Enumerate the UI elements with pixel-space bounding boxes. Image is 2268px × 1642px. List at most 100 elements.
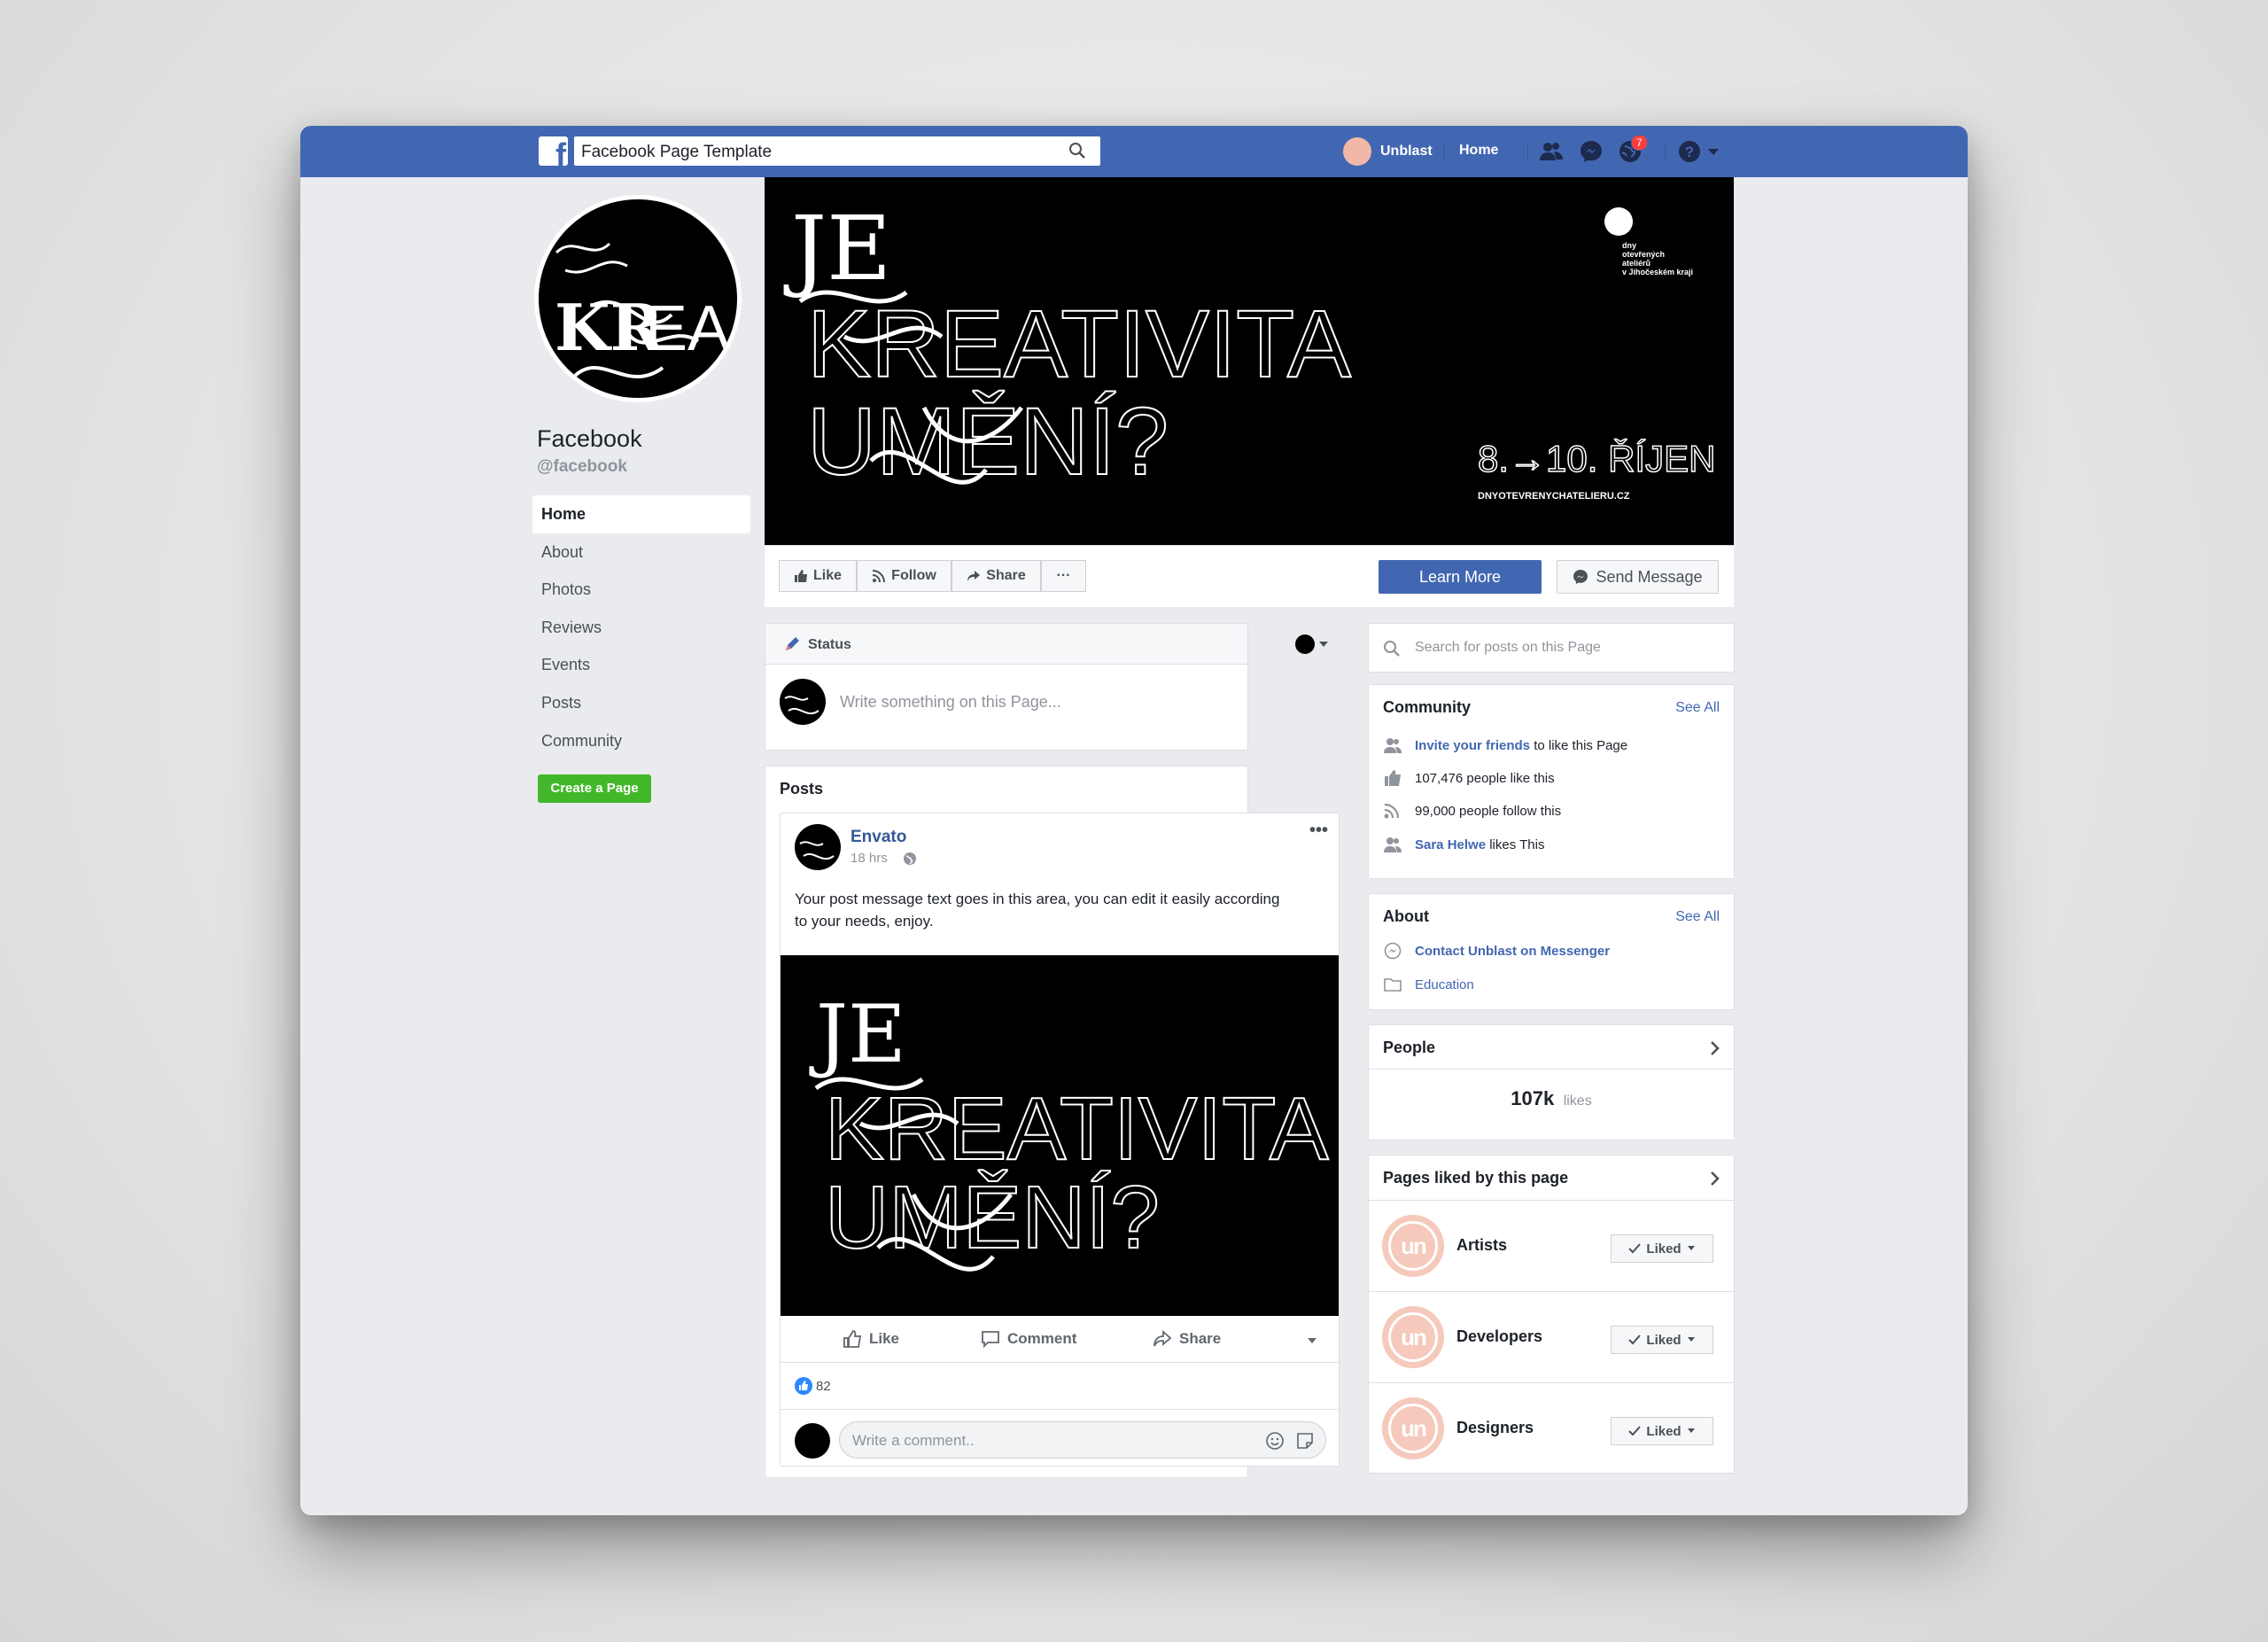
likes-row: 107,476 people like this — [1383, 769, 1555, 787]
messenger-row: Contact Unblast on Messenger — [1383, 942, 1610, 960]
friend-requests-icon[interactable] — [1538, 138, 1565, 165]
like-reaction-icon — [795, 1377, 812, 1395]
about-title: About — [1383, 907, 1429, 925]
liked-page-name[interactable]: Developers — [1456, 1327, 1542, 1346]
post-comment-label: Comment — [1007, 1330, 1077, 1347]
community-card: Community See All Invite your friends to… — [1368, 684, 1735, 879]
home-link[interactable]: Home — [1459, 143, 1498, 159]
checkmark-icon — [1628, 1335, 1642, 1345]
profile-link[interactable]: Unblast — [1343, 136, 1433, 167]
cover-logo-line: dny — [1622, 241, 1636, 250]
composer-avatar-art — [784, 696, 819, 715]
nav-item-community[interactable]: Community — [532, 722, 750, 760]
post-image-art: JE KREATIVITA UMĚNÍ? — [809, 988, 1330, 1272]
liked-page-name[interactable]: Artists — [1456, 1236, 1507, 1255]
post-author[interactable]: Envato — [850, 828, 906, 847]
follow-page-button[interactable]: Follow — [857, 560, 951, 592]
liked-button[interactable]: Liked — [1611, 1326, 1713, 1354]
profile-picture[interactable]: KR EA — [534, 195, 742, 402]
nav-item-posts[interactable]: Posts — [532, 684, 750, 722]
divider — [1665, 142, 1666, 161]
post-image[interactable]: JE KREATIVITA UMĚNÍ? — [781, 955, 1339, 1316]
liked-page-name[interactable]: Designers — [1456, 1419, 1534, 1437]
people-title: People — [1383, 1039, 1436, 1056]
facebook-logo-icon[interactable]: f — [539, 136, 568, 166]
nav-item-photos[interactable]: Photos — [532, 571, 750, 609]
community-see-all-link[interactable]: See All — [1675, 700, 1720, 716]
checkmark-icon — [1628, 1243, 1642, 1254]
liked-button[interactable]: Liked — [1611, 1417, 1713, 1445]
messenger-icon[interactable] — [1578, 138, 1604, 165]
liked-button[interactable]: Liked — [1611, 1234, 1713, 1263]
like-page-label: Like — [812, 568, 842, 583]
post-author-avatar[interactable] — [795, 824, 841, 870]
more-options-button[interactable]: ··· — [1041, 560, 1086, 592]
liked-pages-title: Pages liked by this page — [1383, 1169, 1569, 1187]
about-card: About See All Contact Unblast on Messeng… — [1368, 893, 1735, 1010]
comment-input[interactable]: Write a comment.. — [839, 1421, 1326, 1459]
page-avatar-text: un — [1388, 1404, 1438, 1453]
cover-url: DNYOTEVRENYCHATELIERU.CZ — [1478, 491, 1630, 502]
page-action-bar: Like Follow Share ··· Learn More Send Me… — [765, 545, 1734, 607]
svg-text:KREATIVITA: KREATIVITA — [825, 1079, 1329, 1179]
thumbs-up-icon — [1385, 770, 1401, 786]
cover-line-1: JE — [783, 197, 891, 300]
like-page-button[interactable]: Like — [779, 560, 857, 592]
friend-name-link[interactable]: Sara Helwe — [1415, 837, 1486, 852]
emoji-icon[interactable] — [1265, 1431, 1285, 1451]
likes-count: 107,476 people like this — [1415, 770, 1555, 786]
category-link[interactable]: Education — [1415, 977, 1474, 992]
post-timestamp[interactable]: 18 hrs — [850, 851, 888, 866]
about-see-all-link[interactable]: See All — [1675, 909, 1720, 925]
svg-text:?: ? — [1685, 144, 1694, 160]
page-avatar[interactable]: un — [1382, 1215, 1444, 1277]
contact-messenger-link[interactable]: Contact Unblast on Messenger — [1415, 944, 1610, 959]
page-avatar[interactable]: un — [1382, 1306, 1444, 1368]
sticker-icon[interactable] — [1295, 1431, 1315, 1451]
post-options-button[interactable]: ••• — [1309, 821, 1328, 841]
liked-page-row[interactable]: un Designers Liked — [1369, 1382, 1734, 1473]
nav-item-reviews[interactable]: Reviews — [532, 609, 750, 647]
liked-page-row[interactable]: un Artists Liked — [1369, 1200, 1734, 1290]
follow-page-label: Follow — [891, 568, 936, 583]
people-header[interactable]: People — [1369, 1025, 1734, 1070]
liked-pages-header[interactable]: Pages liked by this page — [1369, 1156, 1734, 1200]
category-row: Education — [1383, 976, 1474, 993]
post-like-button[interactable]: Like — [843, 1329, 899, 1349]
send-message-button[interactable]: Send Message — [1557, 560, 1719, 594]
cover-dates: 8.→10. ŘÍJEN — [1478, 438, 1715, 479]
status-tab[interactable]: Status — [808, 637, 851, 653]
nav-item-about[interactable]: About — [532, 533, 750, 572]
commenter-avatar — [795, 1423, 830, 1459]
post-as-avatar[interactable] — [1295, 634, 1315, 654]
create-page-button[interactable]: Create a Page — [538, 774, 651, 803]
rss-follow-icon — [873, 570, 886, 583]
page-search-input[interactable]: Search for posts on this Page — [1368, 623, 1735, 673]
composer-input[interactable]: Write something on this Page... — [840, 693, 1061, 712]
account-menu-caret-icon[interactable] — [1705, 138, 1721, 165]
chevron-down-icon[interactable] — [1307, 1336, 1317, 1345]
invite-friends-link[interactable]: Invite your friends — [1415, 738, 1530, 753]
globe-privacy-icon[interactable] — [903, 852, 917, 866]
liked-page-row[interactable]: un Developers Liked — [1369, 1291, 1734, 1381]
post-share-button[interactable]: Share — [1153, 1329, 1221, 1349]
learn-more-button[interactable]: Learn More — [1379, 560, 1542, 594]
page-handle: @facebook — [537, 457, 627, 476]
page-avatar[interactable]: un — [1382, 1397, 1444, 1459]
reactions-summary[interactable]: 82 — [795, 1377, 831, 1395]
search-input[interactable]: Facebook Page Template — [574, 136, 1100, 166]
search-icon[interactable] — [1068, 142, 1086, 160]
nav-item-events[interactable]: Events — [532, 646, 750, 684]
nav-item-home[interactable]: Home — [532, 495, 750, 533]
page-avatar-text: un — [1388, 1312, 1438, 1362]
page-name: Facebook — [537, 425, 642, 452]
help-icon[interactable]: ? — [1676, 138, 1703, 165]
follows-row: 99,000 people follow this — [1383, 802, 1561, 820]
invite-text: to like this Page — [1534, 737, 1628, 753]
share-page-button[interactable]: Share — [951, 560, 1041, 592]
chevron-down-icon[interactable] — [1318, 640, 1329, 649]
post-comment-button[interactable]: Comment — [981, 1329, 1076, 1349]
cover-photo[interactable]: JE KREATIVITA UMĚNÍ? dny otevřených atel… — [765, 177, 1734, 545]
community-title: Community — [1383, 698, 1471, 716]
divider — [781, 1409, 1339, 1410]
